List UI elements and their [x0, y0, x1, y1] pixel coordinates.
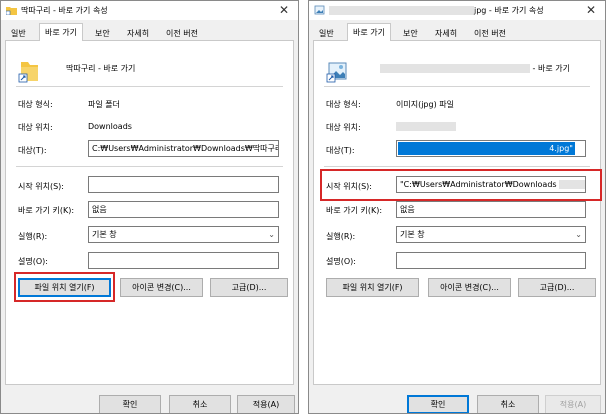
dialog-buttons: 확인 취소 적용(A) — [309, 389, 605, 413]
shortcut-key-label: 바로 가기 키(K): — [326, 206, 383, 215]
divider — [16, 166, 283, 167]
divider — [16, 86, 283, 87]
target-label: 대상(T): — [18, 146, 47, 155]
chevron-down-icon: ⌄ — [575, 230, 582, 239]
tab-shortcut[interactable]: 바로 가기 — [347, 23, 391, 41]
change-icon-button[interactable]: 아이콘 변경(C)... — [120, 278, 203, 297]
target-location-label: 대상 위치: — [326, 123, 361, 132]
run-label: 실행(R): — [18, 232, 48, 241]
run-select[interactable]: 기본 창 ⌄ — [396, 226, 586, 243]
run-select-value: 기본 창 — [92, 230, 117, 239]
cancel-button[interactable]: 취소 — [477, 395, 539, 413]
target-type-label: 대상 형식: — [326, 100, 361, 109]
shortcut-name: 딱따구리 - 바로 가기 — [66, 64, 136, 73]
advanced-button[interactable]: 고급(D)... — [210, 278, 288, 297]
apply-button[interactable]: 적용(A) — [545, 395, 601, 413]
comment-label: 설명(O): — [18, 257, 48, 266]
ok-button[interactable]: 확인 — [99, 395, 161, 413]
folder-shortcut-icon — [6, 7, 17, 15]
image-shortcut-icon — [326, 62, 347, 83]
target-location-label: 대상 위치: — [18, 123, 53, 132]
start-in-label: 시작 위치(S): — [18, 182, 64, 191]
open-file-location-button[interactable]: 파일 위치 열기(F) — [326, 278, 419, 297]
target-location-value: Downloads — [88, 122, 132, 131]
dialog-buttons: 확인 취소 적용(A) — [1, 389, 298, 413]
ok-button[interactable]: 확인 — [407, 395, 469, 413]
shortcut-key-input[interactable]: 없음 — [396, 201, 586, 218]
target-type-label: 대상 형식: — [18, 100, 53, 109]
chevron-down-icon: ⌄ — [268, 230, 275, 239]
run-label: 실행(R): — [326, 232, 356, 241]
close-button[interactable]: ✕ — [584, 3, 598, 17]
shortcut-name-suffix: - 바로 가기 — [532, 64, 570, 73]
shortcut-key-label: 바로 가기 키(K): — [18, 206, 75, 215]
tab-shortcut[interactable]: 바로 가기 — [39, 23, 83, 41]
comment-input[interactable] — [88, 252, 279, 269]
target-type-value: 이미지(jpg) 파일 — [396, 100, 454, 109]
window-title-suffix: jpg - 바로 가기 속성 — [474, 6, 544, 15]
run-select[interactable]: 기본 창 ⌄ — [88, 226, 279, 243]
redacted-filename — [329, 6, 474, 15]
shortcut-key-input[interactable]: 없음 — [88, 201, 279, 218]
shortcut-panel: 딱따구리 - 바로 가기 대상 형식: 파일 폴더 대상 위치: Downloa… — [5, 40, 294, 385]
title-bar: 딱따구리 - 바로 가기 속성 ✕ — [1, 1, 298, 20]
highlight-box — [320, 169, 602, 201]
selected-text: 4.jpg" — [398, 142, 575, 155]
close-button[interactable]: ✕ — [277, 3, 291, 17]
tab-strip: 일반 바로 가기 보안 자세히 이전 버전 — [313, 23, 601, 42]
left-properties-window: 딱따구리 - 바로 가기 속성 ✕ 일반 바로 가기 보안 자세히 이전 버전 … — [0, 0, 299, 414]
shortcut-panel: - 바로 가기 대상 형식: 이미지(jpg) 파일 대상 위치: 대상(T):… — [313, 40, 602, 385]
title-bar: jpg - 바로 가기 속성 ✕ — [309, 1, 605, 20]
redacted-location — [396, 122, 456, 131]
right-properties-window: jpg - 바로 가기 속성 ✕ 일반 바로 가기 보안 자세히 이전 버전 -… — [308, 0, 606, 414]
target-input[interactable]: 4.jpg" — [396, 140, 586, 157]
highlight-box — [14, 272, 115, 302]
shortcut-name: - 바로 가기 — [380, 63, 570, 74]
target-location-value — [396, 122, 456, 131]
window-title: 딱따구리 - 바로 가기 속성 — [21, 6, 108, 15]
target-input[interactable]: C:₩Users₩Administrator₩Downloads₩딱따구리 — [88, 140, 279, 157]
target-value-suffix: 4.jpg" — [549, 144, 573, 153]
window-title: jpg - 바로 가기 속성 — [329, 5, 544, 16]
tab-strip: 일반 바로 가기 보안 자세히 이전 버전 — [5, 23, 294, 42]
redacted-filename — [380, 64, 530, 73]
cancel-button[interactable]: 취소 — [169, 395, 231, 413]
target-type-value: 파일 폴더 — [88, 100, 120, 109]
comment-input[interactable] — [396, 252, 586, 269]
run-select-value: 기본 창 — [400, 230, 425, 239]
advanced-button[interactable]: 고급(D)... — [518, 278, 596, 297]
target-label: 대상(T): — [326, 146, 355, 155]
change-icon-button[interactable]: 아이콘 변경(C)... — [428, 278, 511, 297]
start-in-input[interactable] — [88, 176, 279, 193]
apply-button[interactable]: 적용(A) — [237, 395, 295, 413]
divider — [324, 86, 590, 87]
comment-label: 설명(O): — [326, 257, 356, 266]
folder-shortcut-icon — [18, 62, 38, 83]
divider — [324, 166, 590, 167]
image-shortcut-icon — [314, 5, 325, 15]
